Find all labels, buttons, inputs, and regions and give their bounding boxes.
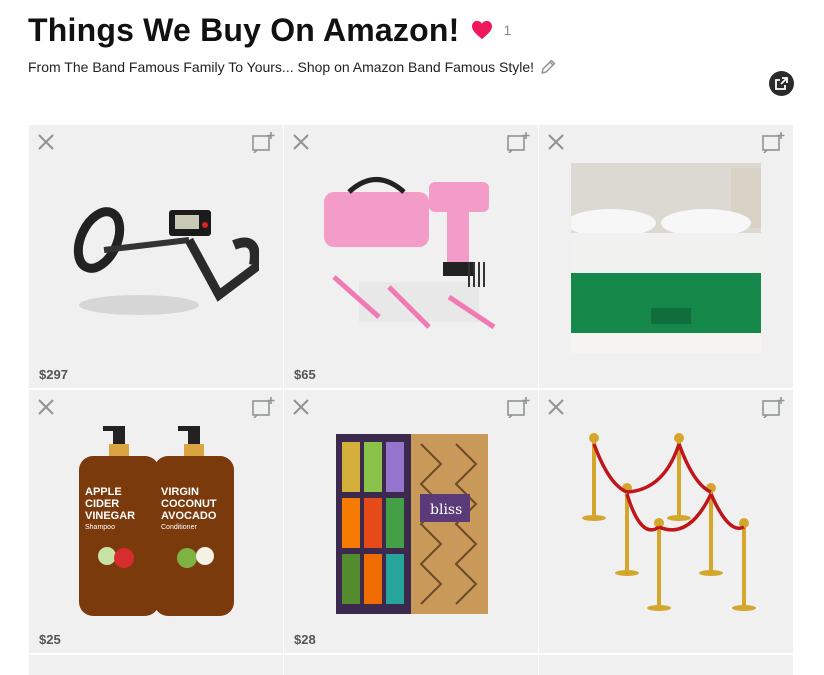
list-header: Things We Buy On Amazon! 1 From The Band… <box>28 10 557 75</box>
product-card-essential-oils[interactable]: bliss $28 <box>284 390 538 653</box>
product-card-green-mattress[interactable] <box>539 125 793 388</box>
product-card-partial[interactable] <box>29 655 283 675</box>
product-price: $297 <box>39 367 68 382</box>
product-card-shampoo-conditioner[interactable]: APPLE CIDER VINEGAR Shampoo VIRGIN COCON… <box>29 390 283 653</box>
close-icon[interactable] <box>292 398 310 416</box>
add-to-list-icon[interactable] <box>251 396 275 418</box>
add-to-list-icon[interactable] <box>761 396 785 418</box>
bottle-label-line: VINEGAR <box>85 510 136 522</box>
bottle-label-type: Conditioner <box>161 524 197 531</box>
product-card-metal-detector[interactable]: $297 <box>29 125 283 388</box>
close-icon[interactable] <box>292 133 310 151</box>
bottle-label-type: Shampoo <box>85 524 115 531</box>
product-card-partial[interactable] <box>539 655 793 675</box>
bottle-label-line: CIDER <box>85 498 120 510</box>
pencil-icon[interactable] <box>540 58 557 75</box>
bottle-label-conditioner: VIRGIN COCONUT AVOCADO Conditioner <box>161 486 231 534</box>
product-image-metal-detector[interactable] <box>59 195 259 325</box>
product-card-stanchion-posts[interactable] <box>539 390 793 653</box>
bottle-label-line: VIRGIN <box>161 486 199 498</box>
product-price: $65 <box>294 367 316 382</box>
product-image-essential-oils[interactable]: bliss <box>336 434 488 614</box>
close-icon[interactable] <box>547 133 565 151</box>
product-image-pink-drill-kit[interactable] <box>319 167 509 342</box>
product-card-partial[interactable] <box>284 655 538 675</box>
product-price: $25 <box>39 632 61 647</box>
product-price: $28 <box>294 632 316 647</box>
add-to-list-icon[interactable] <box>506 131 530 153</box>
product-image-stanchion-posts[interactable] <box>579 430 759 615</box>
heart-icon[interactable] <box>471 20 493 40</box>
close-icon[interactable] <box>37 133 55 151</box>
bottle-label-shampoo: APPLE CIDER VINEGAR Shampoo <box>85 486 153 534</box>
bottle-label-line: COCONUT <box>161 498 217 510</box>
product-image-green-mattress[interactable] <box>571 163 761 353</box>
product-card-pink-drill-kit[interactable]: $65 <box>284 125 538 388</box>
bottle-label-line: AVOCADO <box>161 510 217 522</box>
add-to-list-icon[interactable] <box>506 396 530 418</box>
close-icon[interactable] <box>547 398 565 416</box>
product-image-shampoo-conditioner[interactable]: APPLE CIDER VINEGAR Shampoo VIRGIN COCON… <box>79 426 239 618</box>
share-icon[interactable] <box>769 71 794 96</box>
add-to-list-icon[interactable] <box>251 131 275 153</box>
like-count: 1 <box>503 22 512 38</box>
list-subtitle: From The Band Famous Family To Yours... … <box>28 58 535 75</box>
bottle-label-line: APPLE <box>85 486 122 498</box>
add-to-list-icon[interactable] <box>761 131 785 153</box>
page-title: Things We Buy On Amazon! <box>28 12 460 48</box>
product-brand: bliss <box>430 502 463 518</box>
close-icon[interactable] <box>37 398 55 416</box>
